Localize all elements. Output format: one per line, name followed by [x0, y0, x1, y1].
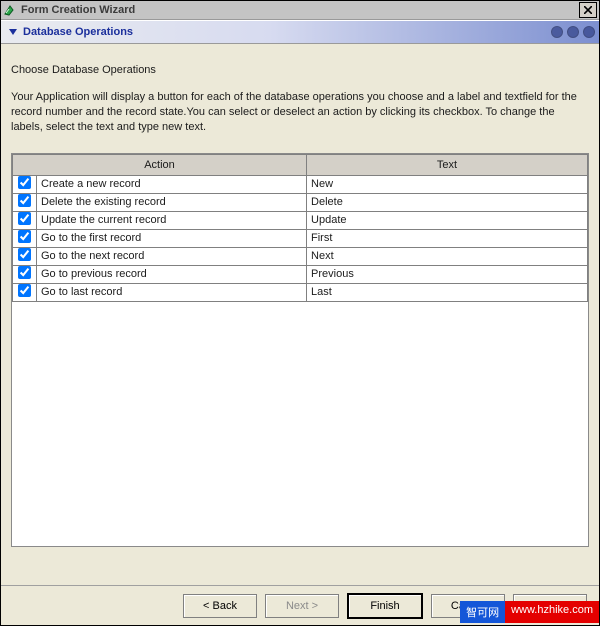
- content-area: Choose Database Operations Your Applicat…: [1, 44, 599, 547]
- page-title: Choose Database Operations: [11, 64, 589, 76]
- row-checkbox[interactable]: [18, 176, 31, 189]
- row-checkbox[interactable]: [18, 248, 31, 261]
- row-text-cell[interactable]: Previous: [307, 265, 588, 283]
- close-button[interactable]: [579, 2, 597, 18]
- row-text-cell[interactable]: Last: [307, 283, 588, 301]
- operations-table: Action Text Create a new recordNewDelete…: [12, 154, 588, 302]
- row-action-cell[interactable]: Go to previous record: [37, 265, 307, 283]
- table-row: Go to the first recordFirst: [13, 229, 588, 247]
- header-decoration: [515, 21, 599, 43]
- row-action-cell[interactable]: Create a new record: [37, 175, 307, 193]
- row-text-cell[interactable]: First: [307, 229, 588, 247]
- finish-button[interactable]: Finish: [347, 593, 423, 619]
- row-action-cell[interactable]: Go to the next record: [37, 247, 307, 265]
- next-button: Next >: [265, 594, 339, 618]
- table-row: Go to previous recordPrevious: [13, 265, 588, 283]
- chevron-down-icon: [9, 29, 17, 35]
- watermark-text-a: 智可网: [460, 601, 505, 623]
- row-checkbox-cell: [13, 193, 37, 211]
- row-text-cell[interactable]: New: [307, 175, 588, 193]
- window-title: Form Creation Wizard: [21, 4, 579, 16]
- app-icon: [3, 3, 17, 17]
- section-header[interactable]: Database Operations: [1, 20, 599, 44]
- row-checkbox[interactable]: [18, 266, 31, 279]
- row-checkbox-cell: [13, 283, 37, 301]
- close-icon: [584, 6, 592, 14]
- row-text-cell[interactable]: Delete: [307, 193, 588, 211]
- row-checkbox-cell: [13, 229, 37, 247]
- row-text-cell[interactable]: Next: [307, 247, 588, 265]
- wizard-window: Form Creation Wizard Database Operations…: [0, 0, 600, 626]
- back-button[interactable]: < Back: [183, 594, 257, 618]
- table-row: Go to last recordLast: [13, 283, 588, 301]
- row-checkbox[interactable]: [18, 284, 31, 297]
- row-checkbox[interactable]: [18, 194, 31, 207]
- row-action-cell[interactable]: Go to last record: [37, 283, 307, 301]
- row-checkbox-cell: [13, 265, 37, 283]
- table-row: Go to the next recordNext: [13, 247, 588, 265]
- watermark-text-b: www.hzhike.com: [505, 601, 599, 623]
- column-header-action[interactable]: Action: [13, 154, 307, 175]
- table-header-row: Action Text: [13, 154, 588, 175]
- row-checkbox[interactable]: [18, 212, 31, 225]
- row-checkbox-cell: [13, 175, 37, 193]
- section-header-label: Database Operations: [23, 26, 133, 38]
- page-description: Your Application will display a button f…: [11, 90, 589, 135]
- row-action-cell[interactable]: Update the current record: [37, 211, 307, 229]
- table-row: Delete the existing recordDelete: [13, 193, 588, 211]
- watermark: 智可网 www.hzhike.com: [460, 601, 599, 623]
- column-header-text[interactable]: Text: [307, 154, 588, 175]
- row-checkbox[interactable]: [18, 230, 31, 243]
- row-action-cell[interactable]: Delete the existing record: [37, 193, 307, 211]
- row-checkbox-cell: [13, 211, 37, 229]
- table-row: Update the current recordUpdate: [13, 211, 588, 229]
- row-action-cell[interactable]: Go to the first record: [37, 229, 307, 247]
- row-checkbox-cell: [13, 247, 37, 265]
- row-text-cell[interactable]: Update: [307, 211, 588, 229]
- titlebar: Form Creation Wizard: [1, 1, 599, 20]
- table-row: Create a new recordNew: [13, 175, 588, 193]
- operations-table-container: Action Text Create a new recordNewDelete…: [11, 153, 589, 547]
